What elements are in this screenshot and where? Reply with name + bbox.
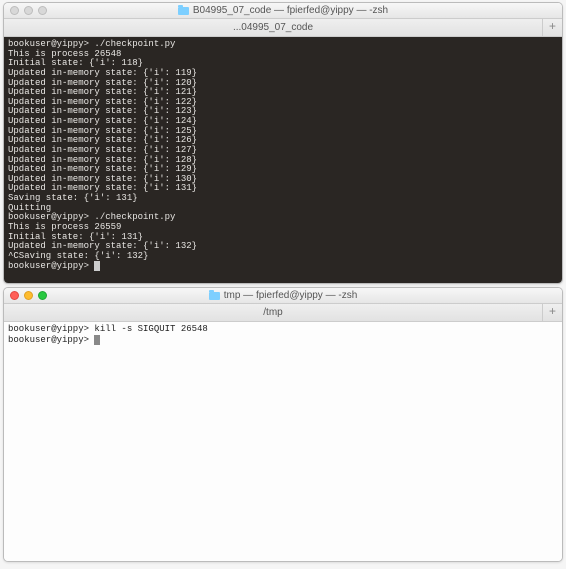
window-controls-bottom xyxy=(10,291,47,300)
window-title-top: B04995_07_code — fpierfed@yippy — -zsh xyxy=(178,5,388,16)
zoom-icon[interactable] xyxy=(38,291,47,300)
cursor-icon xyxy=(94,261,100,271)
window-title-text: tmp — fpierfed@yippy — -zsh xyxy=(224,290,358,301)
folder-icon xyxy=(209,292,220,300)
terminal-window-top: B04995_07_code — fpierfed@yippy — -zsh .… xyxy=(3,2,563,284)
window-title-text: B04995_07_code — fpierfed@yippy — -zsh xyxy=(193,5,388,16)
close-icon[interactable] xyxy=(10,6,19,15)
terminal-window-bottom: tmp — fpierfed@yippy — -zsh /tmp + booku… xyxy=(3,287,563,562)
tab-top[interactable]: ...04995_07_code xyxy=(4,19,542,37)
new-tab-button[interactable]: + xyxy=(542,304,562,321)
close-icon[interactable] xyxy=(10,291,19,300)
tabbar-top: ...04995_07_code + xyxy=(4,19,562,37)
terminal-output-bottom[interactable]: bookuser@yippy> kill -s SIGQUIT 26548 bo… xyxy=(4,322,562,561)
window-title-bottom: tmp — fpierfed@yippy — -zsh xyxy=(209,290,358,301)
zoom-icon[interactable] xyxy=(38,6,47,15)
new-tab-button[interactable]: + xyxy=(542,19,562,36)
minimize-icon[interactable] xyxy=(24,291,33,300)
titlebar-bottom[interactable]: tmp — fpierfed@yippy — -zsh xyxy=(4,288,562,304)
tabbar-bottom: /tmp + xyxy=(4,304,562,322)
titlebar-top[interactable]: B04995_07_code — fpierfed@yippy — -zsh xyxy=(4,3,562,19)
tab-bottom[interactable]: /tmp xyxy=(4,304,542,322)
window-controls-top xyxy=(10,6,47,15)
terminal-output-top[interactable]: bookuser@yippy> ./checkpoint.py This is … xyxy=(4,37,562,283)
cursor-icon xyxy=(94,335,100,345)
folder-icon xyxy=(178,7,189,15)
minimize-icon[interactable] xyxy=(24,6,33,15)
